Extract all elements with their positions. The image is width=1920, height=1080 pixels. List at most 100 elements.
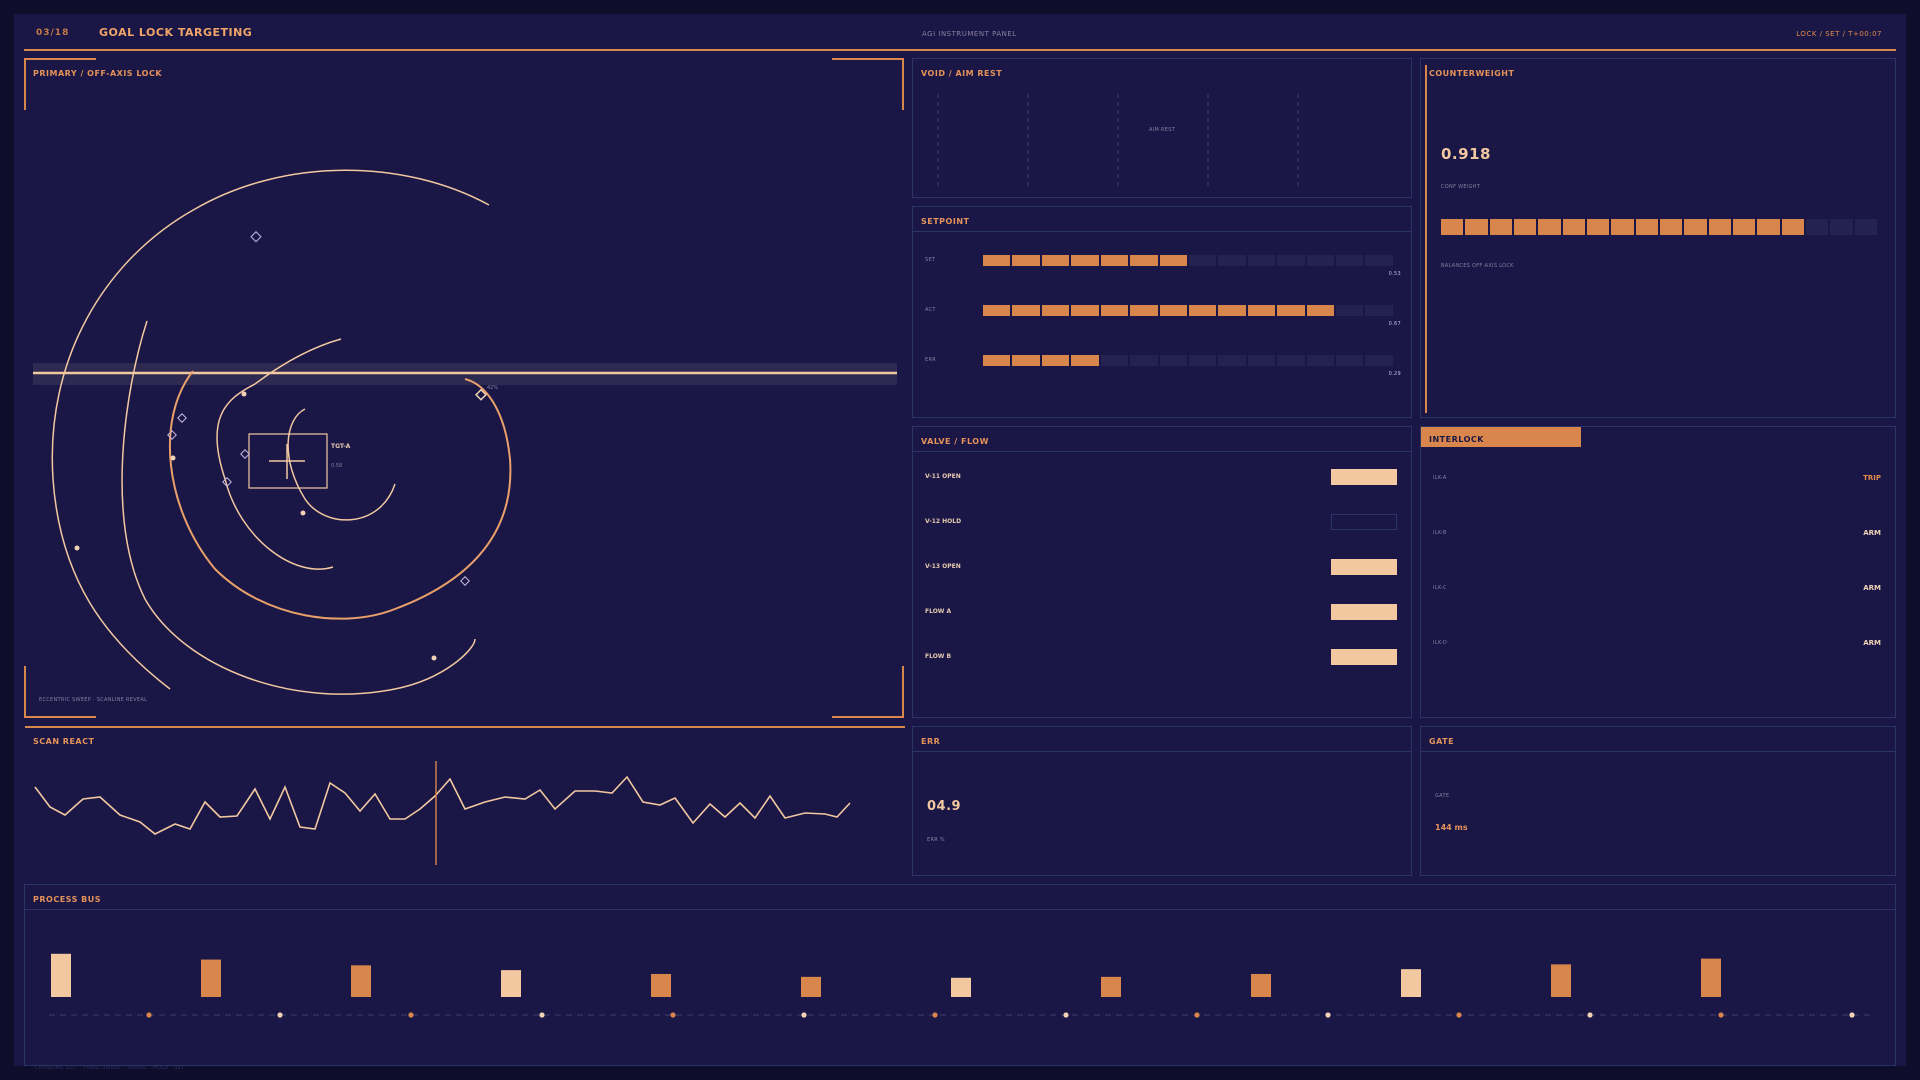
meter-segment: [1854, 219, 1877, 235]
setpoint-segment: [1306, 355, 1335, 366]
gate-value: 144 ms: [1435, 823, 1468, 832]
bus-node: [1325, 1012, 1331, 1018]
meter-segment: [1538, 219, 1561, 235]
valve-toggle[interactable]: [1331, 514, 1397, 530]
meter-segment: [1635, 219, 1658, 235]
setpoint-meter: [983, 305, 1393, 316]
meter-segment: [1489, 219, 1512, 235]
bus-node: [1849, 1012, 1855, 1018]
bus-bar: [1251, 973, 1271, 997]
primary-footer: ECCENTRIC SWEEP · SCANLINE REVEAL: [39, 697, 148, 703]
setpoint-segment: [1188, 255, 1217, 266]
valve-panel: VALVE / FLOW V-11 OPEN V-12 HOLD V-13 OPEN…: [912, 426, 1412, 718]
interlock-row-label: ILK-D: [1433, 640, 1448, 646]
bus-panel: PROCESS BUS CROSSING DOT · THIRD SWEEP ·…: [24, 884, 1897, 1071]
bus-bar: [1101, 976, 1121, 997]
setpoint-segment: [1130, 355, 1158, 366]
interlock-row-state: ARM: [1863, 529, 1881, 537]
bus-node: [1587, 1012, 1593, 1018]
setpoint-segment: [983, 305, 1011, 316]
err-value: 04.9: [927, 799, 962, 814]
header-rule: [24, 49, 1896, 51]
setpoint-segment: [1336, 355, 1364, 366]
aim-rest-label: AIM REST: [1149, 127, 1176, 133]
bus-bar: [651, 973, 671, 997]
setpoint-segment: [1012, 305, 1040, 316]
valve-toggle[interactable]: [1331, 649, 1397, 665]
meter-segment: [1684, 219, 1707, 235]
meter-segment: [1781, 219, 1804, 235]
interlock-panel: INTERLOCK ILK-A TRIP ILK-B ARM ILK-C ARM ILK-D…: [1420, 426, 1896, 718]
bus-bar: [1401, 969, 1421, 997]
top-bar: 03/18 GOAL LOCK TARGETING AGI INSTRUMENT…: [24, 14, 1896, 48]
setpoint-meter: [983, 355, 1393, 366]
interlock-row-state: ARM: [1863, 639, 1881, 647]
setpoint-segment: [1247, 355, 1276, 366]
valve-row-label: V-12 HOLD: [925, 518, 962, 525]
setpoint-segment: [1306, 255, 1335, 266]
setpoint-segment: [1100, 305, 1129, 316]
valve-row-label: V-13 OPEN: [925, 563, 961, 570]
setpoint-segment: [1188, 305, 1217, 316]
bus-bar: [1701, 958, 1721, 997]
setpoint-segment: [1041, 255, 1070, 266]
primary-panel: PRIMARY / OFF-AXIS LOCK TGT-A 0.58 42% E…: [24, 58, 904, 718]
setpoint-title: SETPOINT: [921, 217, 970, 226]
valve-toggle[interactable]: [1331, 559, 1397, 575]
header-subtitle: AGI INSTRUMENT PANEL: [922, 30, 1017, 38]
bus-node: [670, 1012, 676, 1018]
valve-toggle[interactable]: [1331, 469, 1397, 485]
setpoint-segment: [1336, 305, 1364, 316]
setpoint-segment: [1247, 305, 1276, 316]
meter-segment: [1708, 219, 1731, 235]
header-status: LOCK / SET / T+00:07: [1796, 30, 1882, 38]
err-title: ERR: [921, 737, 941, 746]
setpoint-segment: [1130, 305, 1158, 316]
setpoint-row-value: 0.29: [1388, 371, 1401, 377]
interlock-row-label: ILK-A: [1433, 475, 1447, 481]
bus-node: [539, 1012, 545, 1018]
marker-label: 42%: [487, 385, 499, 391]
setpoint-segment: [1365, 255, 1393, 266]
gate-divider: [1421, 751, 1895, 752]
setpoint-segment: [1041, 305, 1070, 316]
setpoint-segment: [1100, 255, 1129, 266]
interlock-row-label: ILK-B: [1433, 530, 1447, 536]
interlock-row-state: ARM: [1863, 584, 1881, 592]
setpoint-segment: [1218, 305, 1246, 316]
setpoint-segment: [1218, 255, 1246, 266]
process-bus-chart[interactable]: [25, 885, 1897, 1067]
setpoint-segment: [1188, 355, 1217, 366]
setpoint-segment: [1306, 305, 1335, 316]
void-panel: VOID / AIM REST AIM REST: [912, 58, 1412, 198]
target-sub: 0.58: [331, 463, 343, 469]
bus-bar: [501, 970, 521, 997]
bus-footer: CROSSING DOT · THIRD SWEEP · TRAVEL · HO…: [35, 1065, 185, 1071]
valve-title: VALVE / FLOW: [921, 437, 989, 446]
interlock-title: INTERLOCK: [1429, 435, 1484, 444]
counterweight-title: COUNTERWEIGHT: [1429, 69, 1515, 78]
gate-panel: GATE GATE 144 ms: [1420, 726, 1896, 876]
meter-segment: [1805, 219, 1829, 235]
setpoint-segment: [1159, 305, 1187, 316]
setpoint-row-label: SET: [925, 257, 936, 263]
err-divider: [913, 751, 1411, 752]
meter-segment: [1441, 219, 1464, 235]
setpoint-segment: [1100, 355, 1129, 366]
counterweight-rule: [1425, 65, 1427, 413]
radar-view[interactable]: [25, 59, 905, 719]
bus-node: [277, 1012, 283, 1018]
meter-segment: [1611, 219, 1634, 235]
counterweight-value: 0.918: [1441, 145, 1491, 163]
bus-node: [1063, 1012, 1069, 1018]
scan-waveform[interactable]: [25, 727, 905, 877]
setpoint-segment: [1041, 355, 1070, 366]
setpoint-segment: [1247, 255, 1276, 266]
bus-bar: [351, 965, 371, 997]
setpoint-segment: [983, 355, 1011, 366]
err-panel: ERR 04.9 ERR %: [912, 726, 1412, 876]
setpoint-segment: [1071, 255, 1099, 266]
bus-node: [801, 1012, 807, 1018]
meter-segment: [1732, 219, 1756, 235]
valve-toggle[interactable]: [1331, 604, 1397, 620]
